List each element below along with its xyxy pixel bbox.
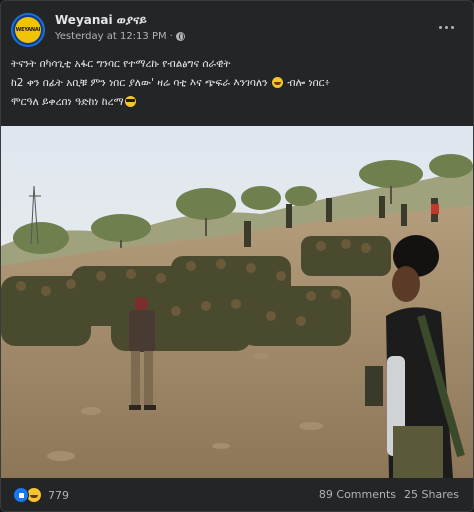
post-text: ትናንት በካሳጊቲ አፋር ግንባር የተማረኩ የብልፅግና ሰራዊት ከ2… xyxy=(11,56,467,113)
post-header: WEYANAI Weyanai ወያናይ Yesterday at 12:13 … xyxy=(11,13,465,53)
post-text-segment: ሞርዓለ ይቀረበነ ዓድከነ ከረማ xyxy=(11,96,124,108)
post-meta: Yesterday at 12:13 PM · xyxy=(55,31,185,42)
separator: · xyxy=(169,31,173,42)
photo-scene xyxy=(1,126,473,478)
post-photo[interactable] xyxy=(1,126,473,478)
like-icon xyxy=(13,487,29,503)
post-stats: 89 Comments 25 Shares xyxy=(319,488,459,501)
avatar-logo: WEYANAI xyxy=(15,17,41,43)
reaction-count: 779 xyxy=(48,488,69,502)
shares-link[interactable]: 25 Shares xyxy=(404,488,459,501)
page-name[interactable]: Weyanai ወያናይ xyxy=(55,13,147,28)
more-icon[interactable] xyxy=(435,19,457,35)
post-text-line: ትናንት በካሳጊቲ አፋር ግንባር የተማረኩ የብልፅግና ሰራዊት xyxy=(11,58,231,70)
comments-link[interactable]: 89 Comments xyxy=(319,488,396,501)
globe-icon xyxy=(175,32,185,41)
timestamp[interactable]: Yesterday at 12:13 PM xyxy=(55,31,167,42)
laugh-emoji-icon xyxy=(271,77,283,88)
post-text-line: ከ2 ቀን በፊት አቢቹ ምን ነበር ያለው' ዛሬ ባቲ እና ጭፍራ እ… xyxy=(11,75,467,92)
post-text-line: ሞርዓለ ይቀረበነ ዓድከነ ከረማ xyxy=(11,94,467,111)
post-footer: 779 89 Comments 25 Shares xyxy=(1,479,473,511)
sunglasses-emoji-icon xyxy=(124,96,136,107)
post-text-segment: ከ2 ቀን በፊት አቢቹ ምን ነበር ያለው' ዛሬ ባቲ እና ጭፍራ እ… xyxy=(11,77,268,89)
reactions-summary[interactable]: 779 xyxy=(13,487,69,503)
post-text-segment: ብሎ ነበር፥ xyxy=(287,77,331,89)
post-card: WEYANAI Weyanai ወያናይ Yesterday at 12:13 … xyxy=(0,0,474,512)
avatar[interactable]: WEYANAI xyxy=(11,13,45,47)
